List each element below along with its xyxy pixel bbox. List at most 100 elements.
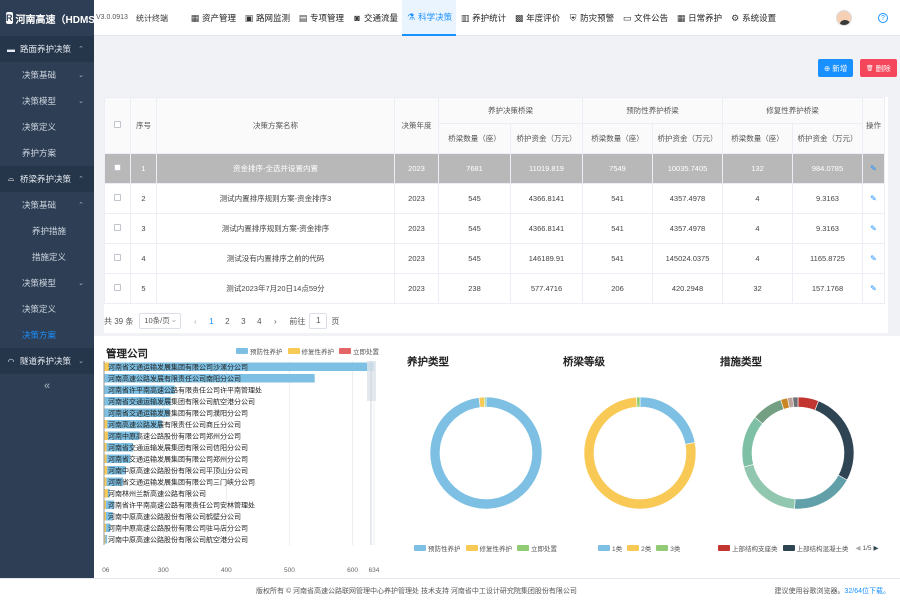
sidebar-item-2[interactable]: 决策模型 ⌄ (0, 88, 94, 114)
table-row[interactable]: 3 测试内置排序规则方案-资金排序 2023 545 4366.8141 541 4357.… (104, 213, 885, 244)
help-icon[interactable]: ? (878, 13, 888, 23)
donut-slice-2[interactable] (794, 474, 848, 510)
edit-icon[interactable]: ✎ (870, 284, 877, 293)
collapse-icon[interactable]: « (0, 374, 94, 398)
donut-slice-1[interactable] (478, 396, 485, 408)
donut-slice-3[interactable] (743, 464, 796, 510)
row-checkbox[interactable] (114, 284, 121, 291)
legend-item[interactable]: 立即处置 (339, 346, 379, 356)
sidebar-item-1[interactable]: 决策基础 ⌄ (0, 62, 94, 88)
sidebar-item-12[interactable]: ◠ 隧道养护决策 ⌄ (0, 348, 94, 374)
edit-icon[interactable]: ✎ (870, 164, 877, 173)
nav-stats[interactable]: ▥ 养护统计 (456, 0, 510, 36)
donut-slice-0[interactable] (429, 396, 543, 510)
table-row[interactable]: 4 测试没有内置排序之前的代码 2023 545 146189.91 541 145024.… (104, 243, 885, 274)
legend-prev-icon[interactable]: ◀ (856, 544, 861, 552)
nav-gear[interactable]: ⚙ 系统设置 (726, 0, 780, 36)
legend-item[interactable]: 上部结构混凝土类 (782, 543, 849, 553)
legend-item[interactable]: 预防性养护 (414, 543, 461, 553)
legend-next-icon[interactable]: ▶ (874, 544, 879, 552)
cell-name: 测试2023年7月20日14点59分 (156, 273, 395, 304)
donut-slice-5[interactable] (754, 399, 785, 425)
nav-rating[interactable]: ▩ 年度评价 (510, 0, 564, 36)
cell-year: 2023 (394, 183, 439, 214)
goto-page-input[interactable]: 1 (309, 313, 328, 329)
row-select-cell[interactable] (104, 213, 131, 244)
cell-f1: 4366.8141 (510, 213, 583, 244)
page-3[interactable]: 3 (235, 317, 251, 326)
app-logo[interactable]: R 河南高速（HDMS） (0, 0, 105, 36)
sidebar-item-3[interactable]: 决策定义 (0, 114, 94, 140)
delete-button[interactable]: 🗑 删除 (860, 59, 897, 77)
sidebar-item-4[interactable]: 养护方案 (0, 140, 94, 166)
cell-c3: 4 (722, 183, 793, 214)
category-label: 河南中原高速公路股份有限公司驻马店分公司 (108, 524, 248, 533)
page-2[interactable]: 2 (219, 317, 235, 326)
maintenance-type-donut (429, 396, 543, 510)
row-select-cell[interactable] (104, 183, 131, 214)
cell-no: 5 (130, 273, 157, 304)
row-select-cell[interactable] (104, 243, 131, 274)
table-row[interactable]: 5 测试2023年7月20日14点59分 2023 238 577.4716 206 420… (104, 273, 885, 304)
nav-decision[interactable]: ⚗ 科学决策 (402, 0, 457, 36)
page-size-select[interactable]: 10条/页 (139, 313, 182, 329)
select-all-checkbox[interactable] (114, 121, 121, 128)
donut-slice-2[interactable] (636, 396, 641, 408)
donut-slice-2[interactable] (483, 396, 487, 408)
nav-monitor[interactable]: ▣ 路网监测 (240, 0, 294, 36)
nav-asset[interactable]: ▦ 资产管理 (186, 0, 240, 36)
donut-slice-0[interactable] (639, 396, 696, 445)
prev-page-icon[interactable]: ‹ (187, 317, 203, 326)
legend-swatch (718, 545, 730, 551)
edit-icon[interactable]: ✎ (870, 194, 877, 203)
sidebar-item-5[interactable]: ⌓ 桥梁养护决策 ⌃ (0, 166, 94, 192)
cell-c3: 132 (722, 153, 793, 184)
edit-icon[interactable]: ✎ (870, 254, 877, 263)
sidebar-item-9[interactable]: 决策模型 ⌄ (0, 270, 94, 296)
select-all-cell[interactable] (104, 97, 131, 154)
donut-slice-1[interactable] (814, 400, 855, 481)
download-link[interactable]: 32/64位下载。 (844, 588, 890, 595)
row-select-cell[interactable] (104, 153, 131, 184)
legend-item[interactable]: 2类 (627, 543, 651, 553)
nav-shield[interactable]: ⛨ 防灾预警 (564, 0, 618, 36)
sidebar-item-label: 养护方案 (22, 148, 57, 158)
nav-calendar[interactable]: ▦ 日常养护 (672, 0, 726, 36)
edit-icon[interactable]: ✎ (870, 224, 877, 233)
donut-slice-4[interactable] (741, 416, 763, 468)
row-checkbox[interactable] (114, 254, 121, 261)
delete-button-label: 删除 (875, 63, 891, 73)
add-button[interactable]: ⊕ 新增 (818, 59, 854, 77)
legend-item[interactable]: 立即处置 (517, 543, 557, 553)
next-page-icon[interactable]: › (267, 317, 283, 326)
row-select-cell[interactable] (104, 273, 131, 304)
user-avatar[interactable] (836, 10, 852, 26)
sidebar-item-8[interactable]: 措施定义 (0, 244, 94, 270)
legend-item[interactable]: 3类 (656, 543, 680, 553)
legend-item[interactable]: 修复性养护 (465, 543, 512, 553)
legend-item[interactable]: 修复性养护 (287, 346, 334, 356)
sidebar-item-0[interactable]: ▬ 路面养护决策 ⌃ (0, 36, 94, 62)
table-row[interactable]: 1 资金排序-全选并设置内置 2023 7681 11019.819 7549 10035.… (104, 153, 885, 184)
plus-icon: ⊕ (824, 63, 831, 73)
nav-car[interactable]: ◙ 交通流量 (348, 0, 402, 36)
row-checkbox[interactable] (114, 194, 121, 201)
page-4[interactable]: 4 (251, 317, 267, 326)
donut-slice-8[interactable] (792, 396, 799, 408)
nav-project[interactable]: ▤ 专项管理 (294, 0, 348, 36)
legend-item[interactable]: 1类 (598, 543, 622, 553)
legend-item[interactable]: 预防性养护 (236, 346, 283, 356)
sidebar-item-11[interactable]: 决策方案 (0, 322, 94, 348)
sidebar-item-7[interactable]: 养护措施 (0, 218, 94, 244)
legend-item[interactable]: 上部结构支座类 (718, 543, 778, 553)
category-label: 河南中原高速公路股份有限公司平顶山分公司 (108, 466, 248, 475)
sidebar-item-6[interactable]: 决策基础 ⌃ (0, 192, 94, 218)
page-1[interactable]: 1 (203, 317, 219, 326)
sidebar-item-10[interactable]: 决策定义 (0, 296, 94, 322)
row-checkbox[interactable] (114, 164, 121, 171)
row-checkbox[interactable] (114, 224, 121, 231)
pie2-legend: 1类 2类 3类 (598, 543, 685, 553)
company-bar-chart: 206 300 400 500 600 634 河南省交通运输发展集团有限公司沙漯分公司河南… (102, 361, 380, 574)
nav-file[interactable]: ▭ 文件公告 (618, 0, 672, 36)
table-row[interactable]: 2 测试内置排序规则方案-资金排序3 2023 545 4366.8141 541 4357… (104, 183, 885, 214)
